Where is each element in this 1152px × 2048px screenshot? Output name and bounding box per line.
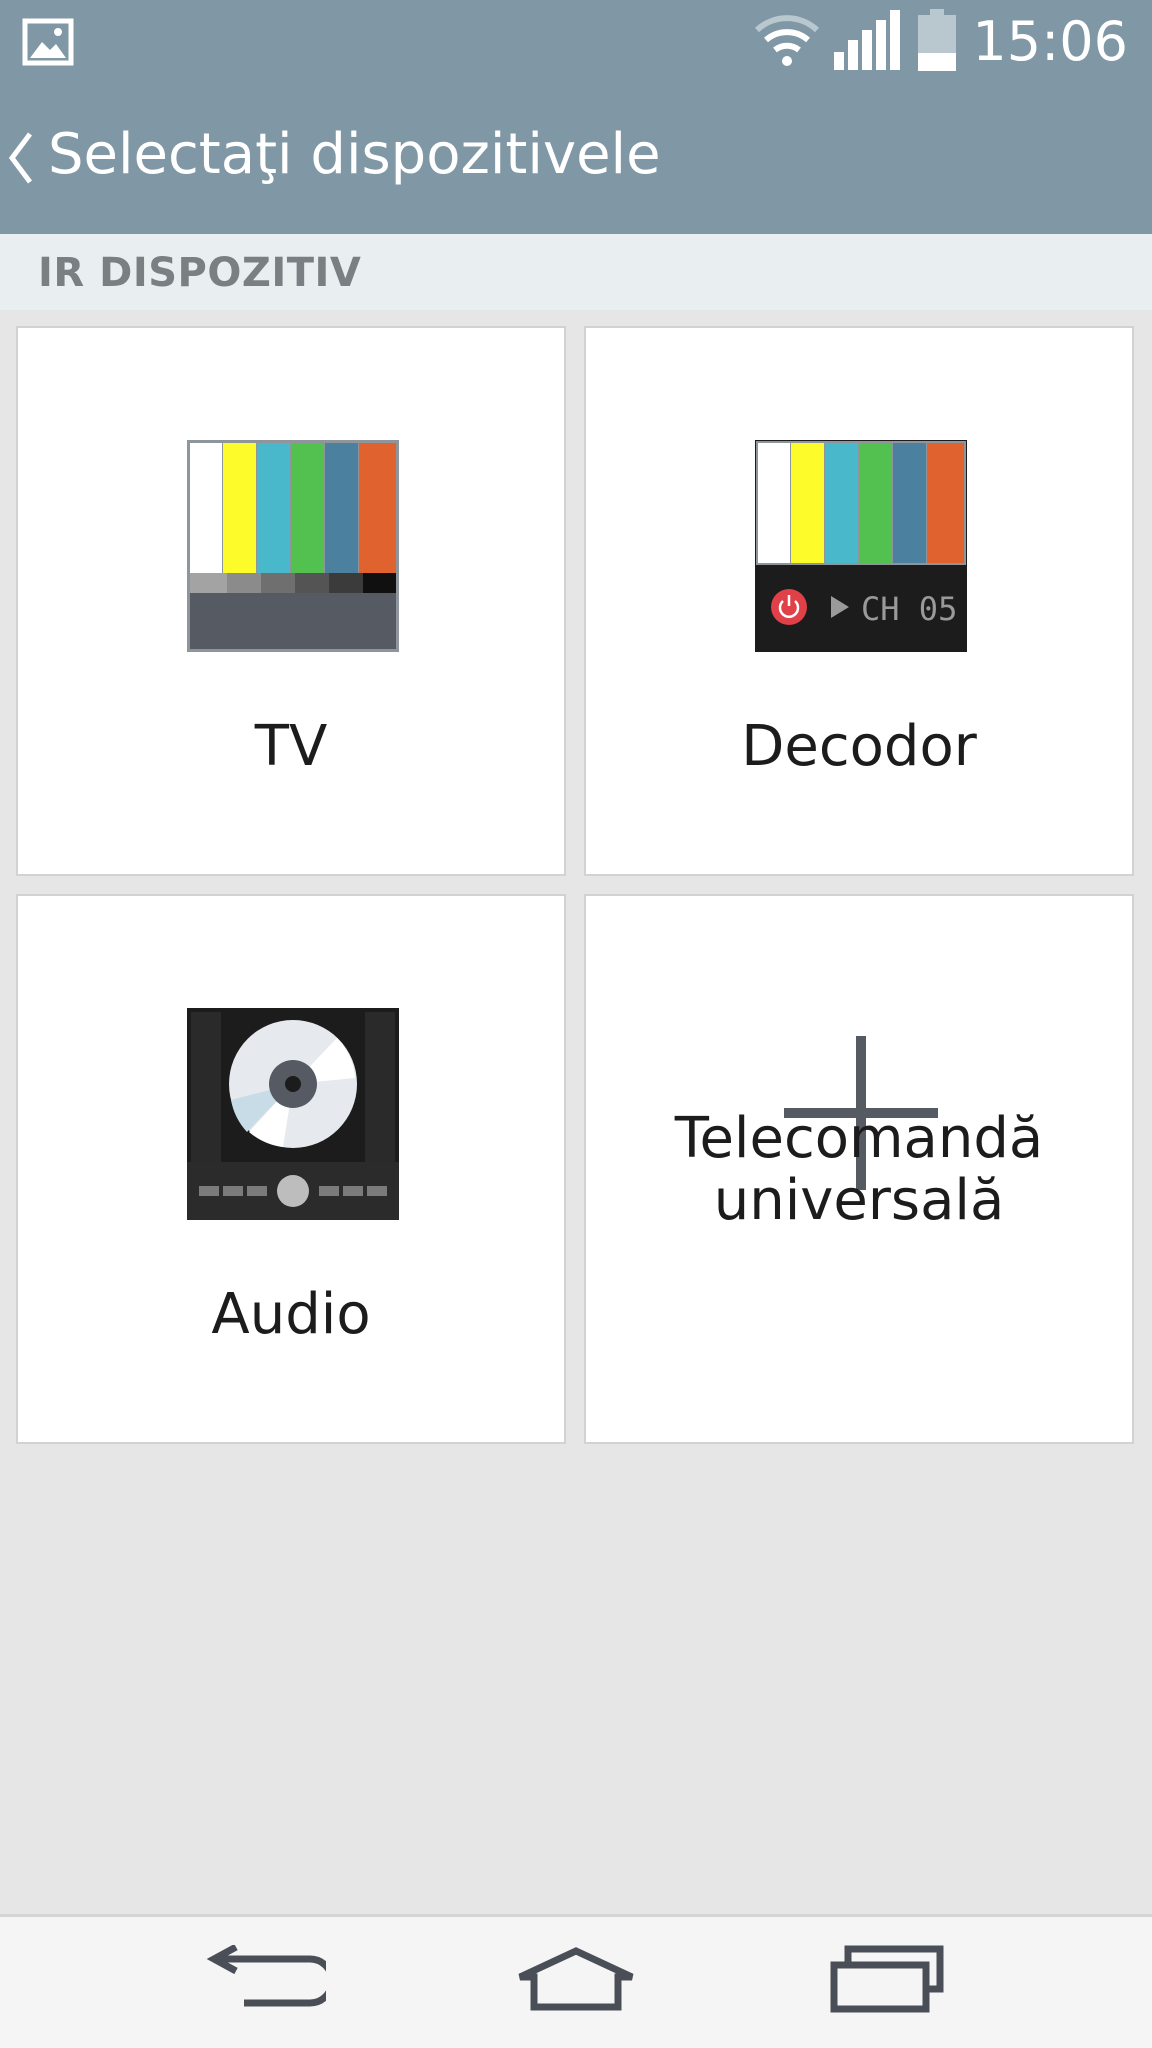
device-tile-audio[interactable]: Audio	[16, 894, 566, 1444]
set-top-box-icon: CH 05	[755, 440, 967, 652]
device-label: TV	[254, 714, 328, 779]
navigation-bar	[0, 1914, 1152, 2048]
home-icon[interactable]	[514, 1945, 638, 2019]
section-header: IR DISPOZITIV	[0, 234, 1152, 310]
back-chevron-icon[interactable]	[6, 130, 36, 190]
device-tile-tv[interactable]: TV	[16, 326, 566, 876]
signal-icon	[834, 10, 901, 74]
device-label: Decodor	[741, 714, 977, 779]
tv-color-bars-icon	[187, 440, 399, 652]
clock: 15:06	[972, 10, 1128, 73]
device-label: Audio	[211, 1282, 371, 1347]
device-label-line2: universală	[713, 1168, 1005, 1233]
audio-cd-player-icon	[187, 1008, 399, 1220]
section-label: IR DISPOZITIV	[38, 250, 362, 296]
wifi-icon	[754, 12, 820, 72]
device-label-line1: Telecomandă	[674, 1106, 1044, 1171]
back-icon[interactable]	[206, 1943, 336, 2019]
action-bar: Selectaţi dispozitivele	[0, 84, 1152, 234]
power-button-icon	[771, 589, 807, 625]
gallery-icon	[22, 18, 74, 70]
channel-display: CH 05	[861, 590, 957, 628]
recent-apps-icon[interactable]	[830, 1945, 946, 2019]
page-title[interactable]: Selectaţi dispozitivele	[48, 122, 661, 187]
device-tile-decodor[interactable]: CH 05 Decodor	[584, 326, 1134, 876]
device-tile-universal-remote[interactable]: Telecomandă universală	[584, 894, 1134, 1444]
status-bar: 15:06	[0, 0, 1152, 84]
battery-icon	[918, 9, 957, 75]
